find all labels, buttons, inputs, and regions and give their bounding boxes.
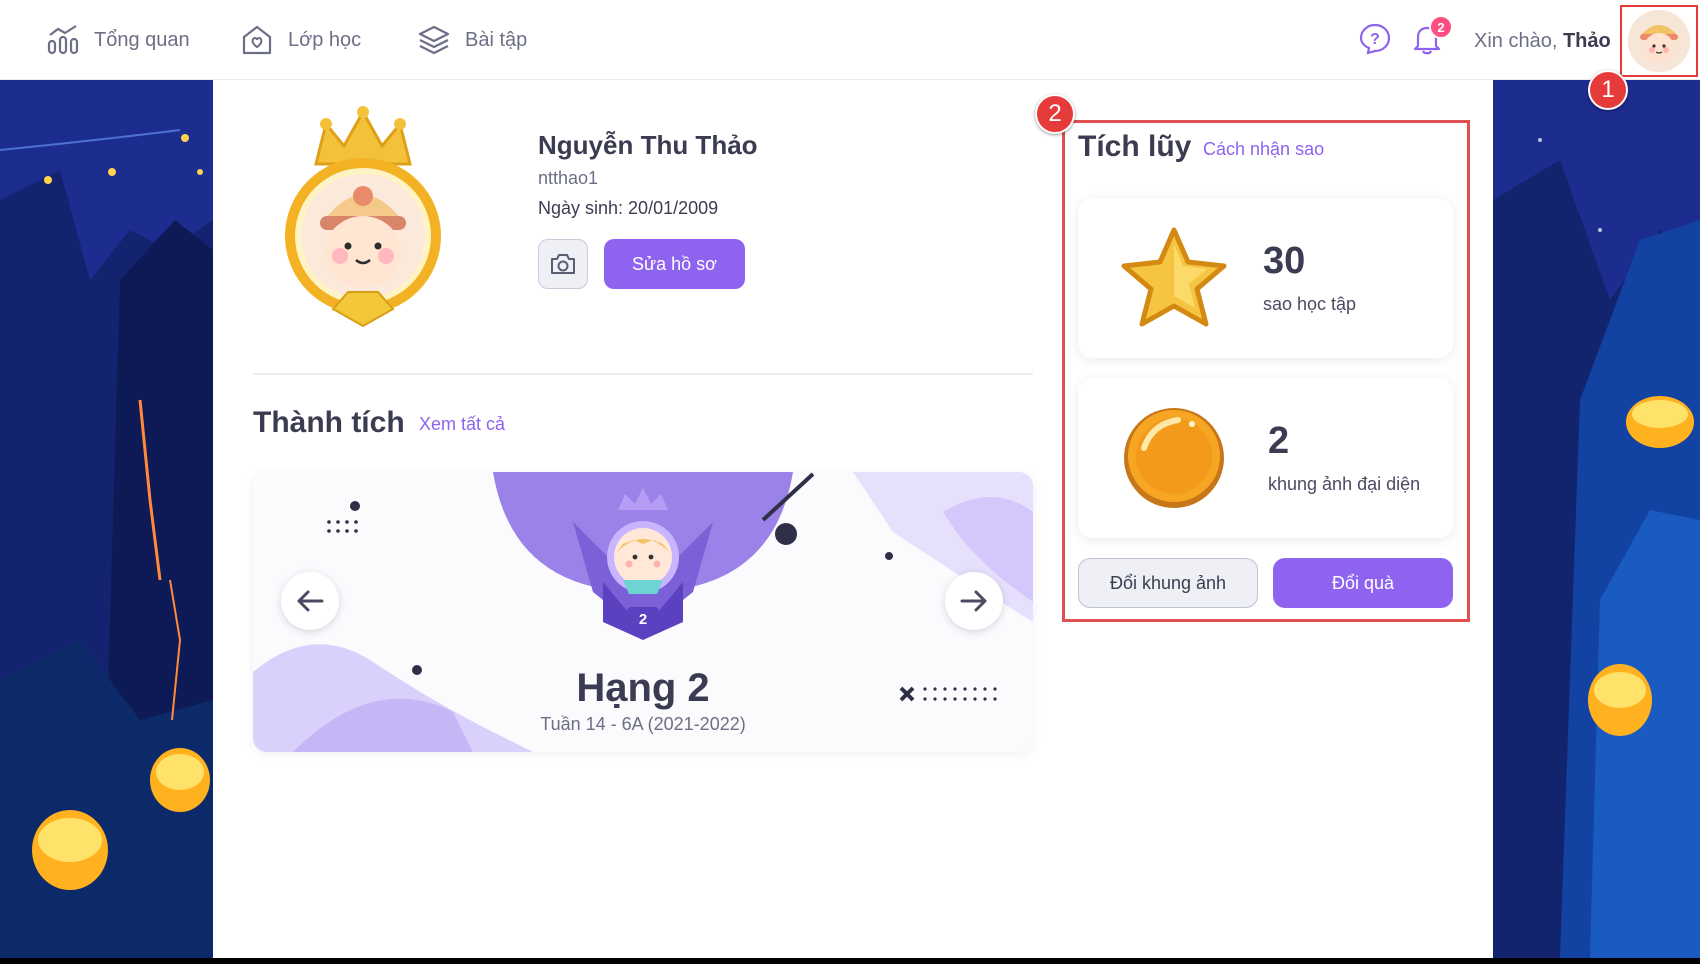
achievement-card: 2 Hạng 2 Tuần 14 - 6A (2021-2022) <box>253 472 1033 752</box>
change-photo-button[interactable] <box>538 239 588 289</box>
step-marker-2: 2 <box>1035 94 1075 134</box>
notification-badge: 2 <box>1429 15 1453 39</box>
rank-badge-number: 2 <box>639 611 647 628</box>
stars-card: 30 sao học tập <box>1078 198 1453 358</box>
coin-icon <box>1124 408 1224 508</box>
avatar[interactable] <box>1628 10 1690 72</box>
previous-achievement-button[interactable] <box>281 572 339 630</box>
stars-label: sao học tập <box>1263 294 1357 314</box>
step-marker-1: 1 <box>1588 70 1628 110</box>
divider <box>253 373 1033 375</box>
profile-dob: Ngày sinh: 20/01/2009 <box>538 198 719 218</box>
achievements-title: Thành tích <box>253 406 405 439</box>
edit-profile-button[interactable]: Sửa hồ sơ <box>604 239 745 289</box>
profile-avatar <box>285 106 441 328</box>
rank-subtitle: Tuần 14 - 6A (2021-2022) <box>540 714 746 734</box>
camera-icon <box>551 254 575 274</box>
nav-item-classes[interactable]: Lớp học <box>240 20 361 60</box>
help-icon[interactable]: ? <box>1358 22 1392 56</box>
greeting-prefix: Xin chào, <box>1474 30 1558 52</box>
profile-username: ntthao1 <box>538 168 599 188</box>
stars-value: 30 <box>1263 240 1306 282</box>
greeting-user-name: Thảo <box>1562 30 1611 52</box>
profile-name: Nguyễn Thu Thảo <box>538 130 758 160</box>
frames-label: khung ảnh đại diện <box>1268 474 1421 494</box>
top-header: Tổng quan Lớp học Bài tập ? 2 Xin chào, … <box>0 0 1700 80</box>
arrow-right-icon <box>960 590 987 612</box>
frames-value: 2 <box>1268 420 1290 462</box>
view-all-link[interactable]: Xem tất cả <box>419 414 505 435</box>
chart-icon <box>47 25 79 55</box>
nav-label: Lớp học <box>288 28 362 51</box>
star-icon <box>1121 227 1227 327</box>
nav-item-overview[interactable]: Tổng quan <box>46 20 190 60</box>
rank-title: Hạng 2 <box>576 666 710 710</box>
nav-label: Bài tập <box>465 28 528 51</box>
nav-label: Tổng quan <box>94 28 190 51</box>
how-to-earn-stars-link[interactable]: Cách nhận sao <box>1203 139 1324 160</box>
layers-icon <box>418 25 450 55</box>
frames-card: 2 khung ảnh đại diện <box>1078 378 1453 538</box>
arrow-left-icon <box>297 590 324 612</box>
next-achievement-button[interactable] <box>945 572 1003 630</box>
change-frame-button[interactable]: Đổi khung ảnh <box>1078 558 1258 608</box>
redeem-gift-button[interactable]: Đổi quà <box>1273 558 1453 608</box>
accumulation-highlight-frame <box>1062 120 1470 622</box>
accumulation-title: Tích lũy <box>1078 130 1192 163</box>
svg-text:?: ? <box>1370 31 1380 48</box>
nav-item-exercises[interactable]: Bài tập <box>417 20 527 60</box>
home-heart-icon <box>242 25 272 55</box>
greeting: Xin chào, Thảo <box>1474 30 1611 53</box>
